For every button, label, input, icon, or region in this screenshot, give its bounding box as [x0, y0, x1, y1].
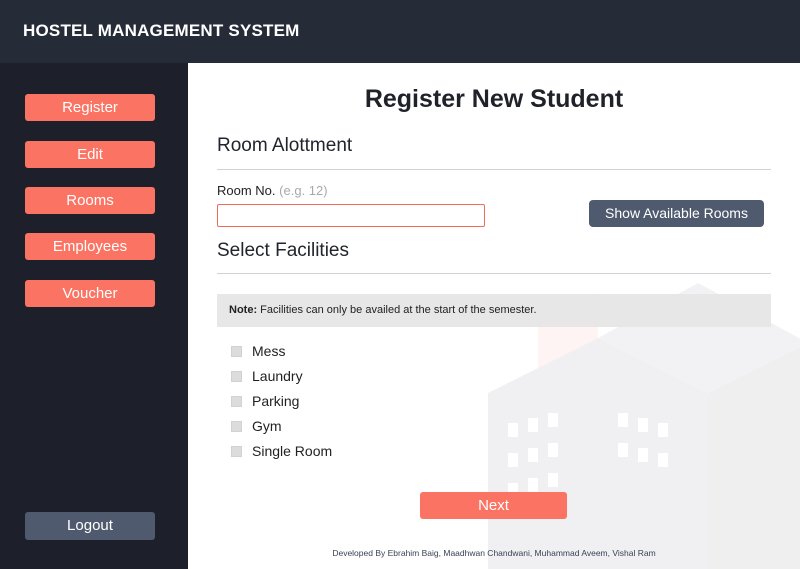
page-title: Register New Student: [364, 85, 624, 113]
select-facilities-heading: Select Facilities: [217, 240, 349, 261]
mess-checkbox[interactable]: [231, 345, 242, 357]
room-section-divider: [217, 169, 771, 170]
single-room-checkbox[interactable]: [231, 445, 242, 457]
facility-label: Laundry: [252, 368, 303, 384]
room-number-input[interactable]: [217, 204, 485, 227]
laundry-checkbox[interactable]: [231, 370, 242, 382]
next-button[interactable]: Next: [420, 492, 567, 519]
app-header: HOSTEL MANAGEMENT SYSTEM: [0, 0, 800, 63]
sidebar: Register Edit Rooms Employees Voucher Lo…: [0, 63, 188, 569]
show-available-rooms-button[interactable]: Show Available Rooms: [589, 200, 764, 227]
logout-button[interactable]: Logout: [25, 512, 155, 540]
room-number-hint: (e.g. 12): [279, 183, 328, 198]
facility-label: Parking: [252, 393, 300, 409]
facilities-note: Note: Facilities can only be availed at …: [217, 294, 771, 327]
note-text: Facilities can only be availed at the st…: [260, 304, 537, 316]
sidebar-item-rooms[interactable]: Rooms: [25, 187, 155, 214]
room-number-label-text: Room No.: [217, 183, 276, 198]
facility-option-gym[interactable]: Gym: [231, 418, 282, 434]
sidebar-item-voucher[interactable]: Voucher: [25, 280, 155, 307]
facility-label: Single Room: [252, 443, 333, 459]
app-title: HOSTEL MANAGEMENT SYSTEM: [23, 21, 300, 40]
parking-checkbox[interactable]: [231, 395, 242, 407]
facility-option-laundry[interactable]: Laundry: [231, 368, 303, 384]
facility-label: Mess: [252, 343, 286, 359]
sidebar-item-edit[interactable]: Edit: [25, 141, 155, 168]
developer-credits: Developed By Ebrahim Baig, Maadhwan Chan…: [332, 548, 656, 558]
facility-label: Gym: [252, 418, 282, 434]
room-allotment-heading: Room Alottment: [217, 135, 353, 156]
sidebar-item-employees[interactable]: Employees: [25, 233, 155, 260]
facility-option-mess[interactable]: Mess: [231, 343, 285, 359]
sidebar-item-register[interactable]: Register: [25, 94, 155, 121]
note-label: Note:: [229, 304, 258, 316]
building-illustration: [488, 283, 800, 569]
main-content: Register New Student Room Alottment Room…: [188, 63, 800, 569]
facility-option-parking[interactable]: Parking: [231, 393, 299, 409]
facility-option-single-room[interactable]: Single Room: [231, 443, 332, 459]
room-number-label: Room No. (e.g. 12): [217, 183, 328, 198]
facilities-section-divider: [217, 273, 771, 274]
gym-checkbox[interactable]: [231, 420, 242, 432]
